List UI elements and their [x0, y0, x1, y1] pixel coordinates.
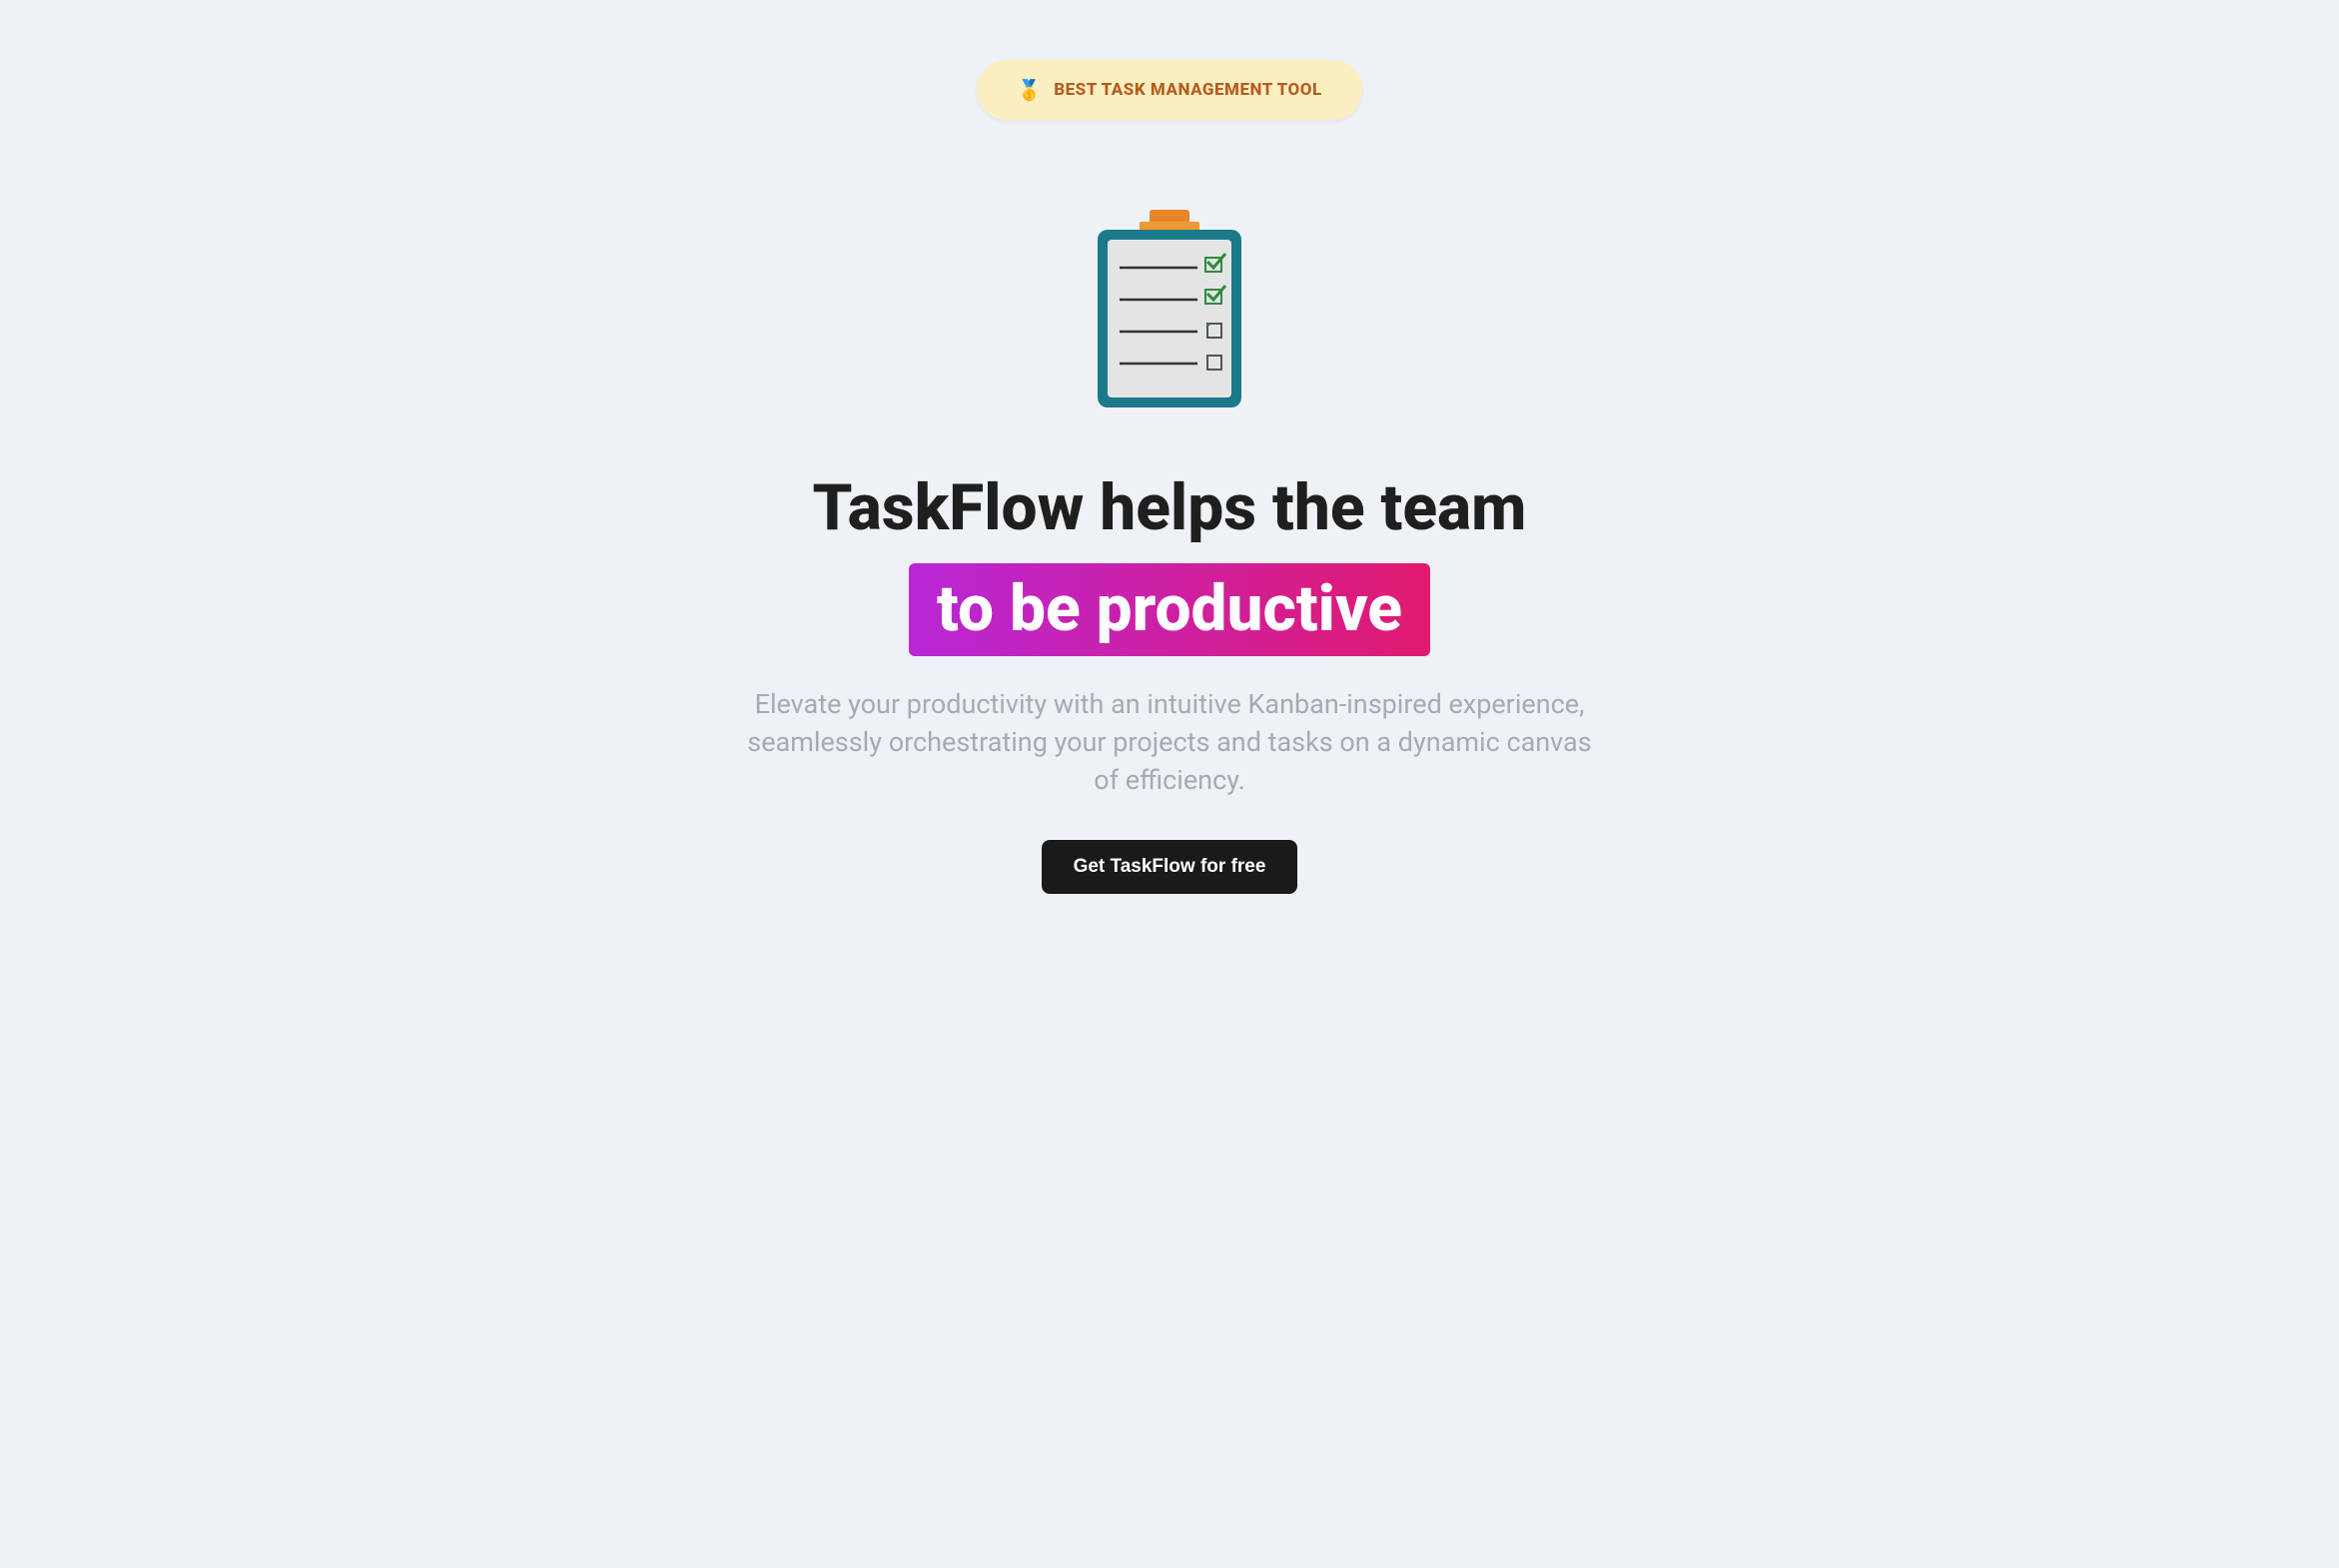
award-badge: 🥇 BEST TASK MANAGEMENT TOOL: [977, 60, 1361, 120]
headline-line1: TaskFlow helps the team: [813, 473, 1527, 543]
badge-text: BEST TASK MANAGEMENT TOOL: [1054, 80, 1322, 100]
clipboard-illustration: [1090, 210, 1249, 413]
clipboard-icon: [1090, 210, 1249, 409]
headline-line2: to be productive: [909, 563, 1430, 656]
cta-button[interactable]: Get TaskFlow for free: [1042, 840, 1298, 894]
headline: TaskFlow helps the team to be productive: [813, 473, 1527, 656]
subtitle: Elevate your productivity with an intuit…: [745, 686, 1594, 799]
medal-icon: 🥇: [1017, 78, 1042, 102]
